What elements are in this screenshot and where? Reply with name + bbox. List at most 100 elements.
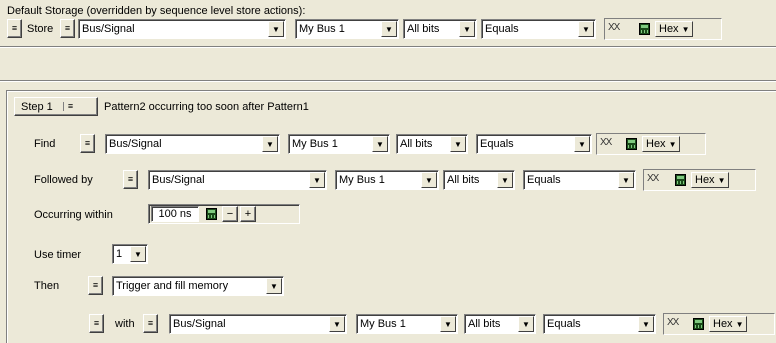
step-description: Pattern2 occurring too soon after Patter…: [104, 101, 309, 113]
calculator-icon[interactable]: [639, 23, 650, 35]
triangle-down-icon[interactable]: ▼: [130, 246, 146, 262]
double-chevron-down-icon: ≡: [127, 174, 134, 184]
calculator-icon[interactable]: [675, 174, 686, 186]
calculator-icon[interactable]: [206, 208, 217, 220]
find-radix-label: Hex: [646, 138, 666, 150]
followed-by-radix-label: Hex: [695, 174, 715, 186]
triangle-down-icon[interactable]: ▼: [329, 316, 345, 332]
double-chevron-down-icon: ≡: [84, 138, 91, 148]
triangle-down-icon[interactable]: ▼: [372, 136, 388, 152]
storage-bus-select[interactable]: My Bus 1 ▼: [295, 19, 399, 39]
triangle-down-icon: ▼: [681, 24, 690, 34]
with-bits-select[interactable]: All bits ▼: [464, 314, 536, 334]
storage-value-group: XX Hex ▼: [604, 18, 722, 40]
followed-by-value-field[interactable]: XX: [647, 173, 659, 184]
followed-by-radix-button[interactable]: Hex ▼: [691, 172, 730, 188]
triangle-down-icon[interactable]: ▼: [268, 21, 284, 37]
find-label: Find: [34, 138, 56, 150]
with-signal-select[interactable]: Bus/Signal ▼: [169, 314, 347, 334]
followed-by-signal-select[interactable]: Bus/Signal ▼: [148, 170, 327, 190]
with-bits-value: All bits: [468, 318, 501, 330]
increment-button[interactable]: +: [240, 206, 256, 222]
with-bus-select[interactable]: My Bus 1 ▼: [356, 314, 458, 334]
triangle-down-icon[interactable]: ▼: [574, 136, 590, 152]
triangle-down-icon[interactable]: ▼: [450, 136, 466, 152]
find-bits-select[interactable]: All bits ▼: [396, 134, 468, 154]
triangle-down-icon: ▼: [717, 175, 726, 185]
occurring-within-input[interactable]: 100 ns: [151, 206, 199, 222]
storage-signal-value: Bus/Signal: [82, 23, 135, 35]
storage-operator-select[interactable]: Equals ▼: [481, 19, 596, 39]
use-timer-value: 1: [116, 248, 123, 260]
triangle-down-icon[interactable]: ▼: [381, 21, 397, 37]
decrement-button[interactable]: −: [222, 206, 238, 222]
storage-bits-select[interactable]: All bits ▼: [403, 19, 477, 39]
minus-icon: −: [226, 208, 234, 220]
storage-radix-button[interactable]: Hex ▼: [655, 21, 694, 37]
with-radix-button[interactable]: Hex ▼: [709, 316, 748, 332]
use-timer-label: Use timer: [34, 249, 82, 261]
plus-icon: +: [244, 208, 252, 220]
storage-radix-label: Hex: [659, 23, 679, 35]
with-operator-value: Equals: [547, 318, 581, 330]
followed-by-bus-select[interactable]: My Bus 1 ▼: [335, 170, 439, 190]
with-radix-label: Hex: [713, 318, 733, 330]
triangle-down-icon[interactable]: ▼: [497, 172, 513, 188]
double-chevron-down-icon: ≡: [147, 318, 154, 328]
store-label: Store: [27, 23, 54, 35]
triangle-down-icon[interactable]: ▼: [262, 136, 278, 152]
find-signal-select[interactable]: Bus/Signal ▼: [105, 134, 280, 154]
find-signal-value: Bus/Signal: [109, 138, 162, 150]
find-options-button[interactable]: ≡: [80, 134, 95, 153]
with-row-options-button[interactable]: ≡: [89, 314, 104, 333]
then-options-button[interactable]: ≡: [88, 276, 103, 295]
use-timer-select[interactable]: 1 ▼: [112, 244, 148, 264]
triangle-down-icon[interactable]: ▼: [309, 172, 325, 188]
triangle-down-icon[interactable]: ▼: [578, 21, 594, 37]
step-panel: [6, 90, 776, 343]
find-operator-value: Equals: [480, 138, 514, 150]
find-value-group: XX Hex ▼: [596, 133, 706, 155]
followed-by-label: Followed by: [34, 174, 93, 186]
occurring-within-group: 100 ns − +: [148, 204, 300, 224]
with-options-button[interactable]: ≡: [143, 314, 158, 333]
section-divider: [0, 46, 776, 48]
followed-by-operator-select[interactable]: Equals ▼: [523, 170, 636, 190]
triangle-down-icon[interactable]: ▼: [421, 172, 437, 188]
with-bus-value: My Bus 1: [360, 318, 406, 330]
triangle-down-icon: ▼: [668, 139, 677, 149]
storage-value-field[interactable]: XX: [608, 22, 620, 33]
find-value-field[interactable]: XX: [600, 137, 612, 148]
store-options-button[interactable]: ≡: [60, 19, 75, 38]
triangle-down-icon[interactable]: ▼: [440, 316, 456, 332]
find-bus-select[interactable]: My Bus 1 ▼: [288, 134, 390, 154]
double-chevron-down-icon: ≡: [92, 280, 99, 290]
step-button[interactable]: Step 1 ≡: [14, 97, 98, 116]
step-label: Step 1: [21, 100, 53, 113]
calculator-icon[interactable]: [626, 138, 637, 150]
storage-signal-select[interactable]: Bus/Signal ▼: [78, 19, 286, 39]
triangle-down-icon[interactable]: ▼: [618, 172, 634, 188]
triangle-down-icon: ▼: [735, 319, 744, 329]
triangle-down-icon[interactable]: ▼: [459, 21, 475, 37]
find-bits-value: All bits: [400, 138, 433, 150]
triangle-down-icon[interactable]: ▼: [638, 316, 654, 332]
followed-by-options-button[interactable]: ≡: [123, 170, 138, 189]
then-action-value: Trigger and fill memory: [116, 280, 229, 292]
followed-by-signal-value: Bus/Signal: [152, 174, 205, 186]
then-action-select[interactable]: Trigger and fill memory ▼: [112, 276, 284, 296]
storage-options-button[interactable]: ≡: [7, 19, 22, 38]
followed-by-bits-select[interactable]: All bits ▼: [443, 170, 515, 190]
calculator-icon[interactable]: [693, 318, 704, 330]
triangle-down-icon[interactable]: ▼: [266, 278, 282, 294]
triangle-down-icon[interactable]: ▼: [518, 316, 534, 332]
occurring-within-label: Occurring within: [34, 209, 113, 221]
find-operator-select[interactable]: Equals ▼: [476, 134, 592, 154]
then-label: Then: [34, 280, 60, 292]
with-value-group: XX Hex ▼: [663, 313, 775, 335]
find-radix-button[interactable]: Hex ▼: [642, 136, 681, 152]
with-operator-select[interactable]: Equals ▼: [543, 314, 656, 334]
section-divider: [0, 80, 776, 82]
double-chevron-down-icon: ≡: [64, 23, 71, 33]
with-value-field[interactable]: XX: [667, 317, 679, 328]
